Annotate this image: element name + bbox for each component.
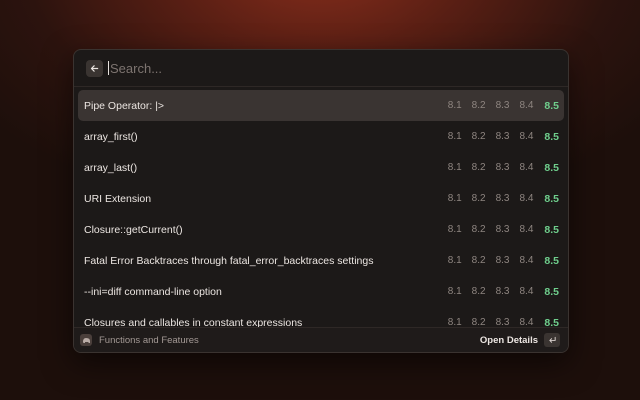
- enter-return-icon: [548, 336, 556, 343]
- version-badge: 8.3: [495, 224, 510, 235]
- version-badge: 8.3: [495, 162, 510, 173]
- version-badge: 8.2: [471, 193, 486, 204]
- feature-list[interactable]: Pipe Operator: |> 8.1 8.2 8.3 8.4 8.5 array_fi…: [78, 90, 564, 330]
- list-item[interactable]: array_first() 8.1 8.2 8.3 8.4 8.5: [78, 121, 564, 152]
- version-badge: 8.1: [447, 286, 462, 297]
- version-badge: 8.4: [519, 255, 534, 266]
- version-badge: 8.1: [447, 224, 462, 235]
- open-details-button[interactable]: Open Details: [480, 335, 538, 346]
- footer-bar: Functions and Features Open Details: [74, 327, 568, 352]
- list-item[interactable]: URI Extension 8.1 8.2 8.3 8.4 8.5: [78, 183, 564, 214]
- version-badge: 8.3: [495, 286, 510, 297]
- latest-version-badge: 8.5: [544, 130, 559, 143]
- list-item[interactable]: array_last() 8.1 8.2 8.3 8.4 8.5: [78, 152, 564, 183]
- version-badge: 8.2: [471, 131, 486, 142]
- latest-version-badge: 8.5: [544, 99, 559, 112]
- latest-version-badge: 8.5: [544, 285, 559, 298]
- version-badge: 8.4: [519, 224, 534, 235]
- version-badge: 8.3: [495, 193, 510, 204]
- feature-label: URI Extension: [84, 192, 152, 205]
- search-bar: [74, 50, 568, 87]
- version-badge: 8.2: [471, 286, 486, 297]
- version-badge: 8.4: [519, 286, 534, 297]
- footer-title: Functions and Features: [99, 334, 199, 346]
- version-badge: 8.4: [519, 193, 534, 204]
- version-badge: 8.2: [471, 100, 486, 111]
- php-elephant-icon: [80, 334, 92, 346]
- version-list: 8.1 8.2 8.3 8.4 8.5: [438, 162, 559, 174]
- version-badge: 8.2: [471, 255, 486, 266]
- version-list: 8.1 8.2 8.3 8.4 8.5: [438, 286, 559, 298]
- list-item[interactable]: --ini=diff command-line option 8.1 8.2 8.3 8…: [78, 276, 564, 307]
- enter-key-button[interactable]: [544, 333, 560, 347]
- latest-version-badge: 8.5: [544, 223, 559, 236]
- version-badge: 8.1: [447, 193, 462, 204]
- list-item[interactable]: Fatal Error Backtraces through fatal_err…: [78, 245, 564, 276]
- version-badge: 8.1: [447, 100, 462, 111]
- latest-version-badge: 8.5: [544, 192, 559, 205]
- list-item[interactable]: Closure::getCurrent() 8.1 8.2 8.3 8.4 8.5: [78, 214, 564, 245]
- feature-label: --ini=diff command-line option: [84, 285, 222, 298]
- feature-label: array_last(): [84, 161, 138, 174]
- version-badge: 8.3: [495, 255, 510, 266]
- version-badge: 8.3: [495, 100, 510, 111]
- latest-version-badge: 8.5: [544, 161, 559, 174]
- feature-label: array_first(): [84, 130, 138, 143]
- version-badge: 8.1: [447, 255, 462, 266]
- arrow-left-icon: [90, 64, 99, 72]
- version-list: 8.1 8.2 8.3 8.4 8.5: [438, 131, 559, 143]
- text-cursor: [108, 61, 109, 75]
- version-badge: 8.1: [447, 162, 462, 173]
- feature-label: Fatal Error Backtraces through fatal_err…: [84, 254, 374, 267]
- version-badge: 8.4: [519, 162, 534, 173]
- version-badge: 8.2: [471, 224, 486, 235]
- version-list: 8.1 8.2 8.3 8.4 8.5: [438, 193, 559, 205]
- version-list: 8.1 8.2 8.3 8.4 8.5: [438, 224, 559, 236]
- list-item[interactable]: Pipe Operator: |> 8.1 8.2 8.3 8.4 8.5: [78, 90, 564, 121]
- feature-label: Closure::getCurrent(): [84, 223, 183, 236]
- feature-label: Pipe Operator: |>: [84, 99, 165, 112]
- version-badge: 8.2: [471, 162, 486, 173]
- back-button[interactable]: [86, 59, 103, 77]
- version-list: 8.1 8.2 8.3 8.4 8.5: [438, 255, 559, 267]
- version-badge: 8.3: [495, 131, 510, 142]
- version-badge: 8.4: [519, 131, 534, 142]
- command-palette-window: Pipe Operator: |>8.18.28.38.48.5array_fi…: [73, 49, 569, 353]
- version-list: 8.1 8.2 8.3 8.4 8.5: [438, 100, 559, 112]
- version-badge: 8.4: [519, 100, 534, 111]
- version-badge: 8.1: [447, 131, 462, 142]
- latest-version-badge: 8.5: [544, 254, 559, 267]
- search-input[interactable]: [110, 60, 470, 76]
